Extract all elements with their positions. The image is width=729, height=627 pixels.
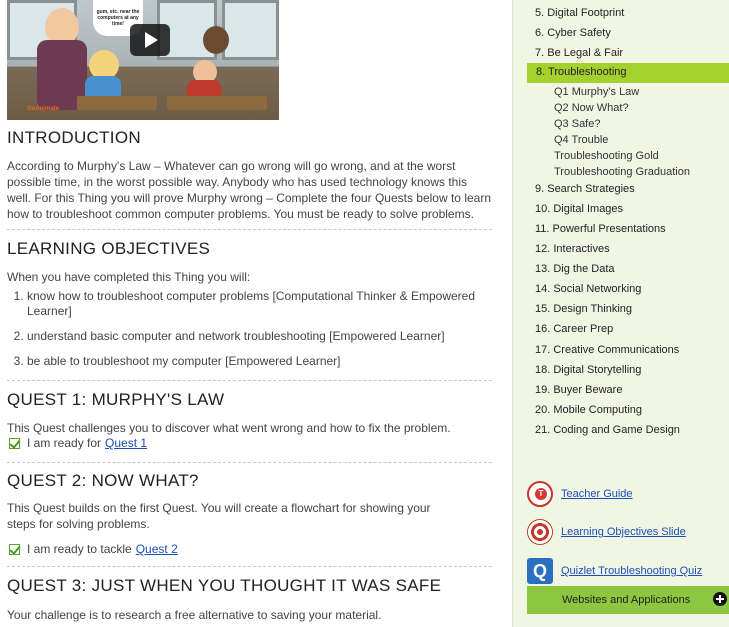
quest2-heading: QUEST 2: NOW WHAT? — [7, 471, 199, 490]
learning-objectives-link[interactable]: Learning Objectives Slide — [561, 526, 686, 538]
nav-item[interactable]: 9. Search Strategies — [535, 183, 635, 195]
nav-subitem[interactable]: Q2 Now What? — [554, 102, 629, 114]
nav-subitem[interactable]: Troubleshooting Gold — [554, 150, 659, 162]
video-player[interactable]: gum, etc. near the computers at any time… — [7, 0, 279, 120]
quest3-heading: QUEST 3: JUST WHEN YOU THOUGHT IT WAS SA… — [7, 576, 442, 595]
nav-item[interactable]: 15. Design Thinking — [535, 303, 632, 315]
objective-item: understand basic computer and network tr… — [27, 329, 497, 344]
quizlet-link[interactable]: Quizlet Troubleshooting Quiz — [561, 565, 702, 577]
quest1-text: This Quest challenges you to discover wh… — [7, 421, 451, 435]
intro-heading: INTRODUCTION — [7, 128, 141, 147]
nav-item[interactable]: 12. Interactives — [535, 243, 610, 255]
desk — [77, 96, 157, 110]
checkbox-icon — [9, 543, 20, 555]
quest2-ready-label: I am ready to tackle — [27, 542, 132, 556]
divider — [7, 566, 492, 567]
nav-item[interactable]: 19. Buyer Beware — [535, 384, 622, 396]
quest1-ready: I am ready for Quest 1 — [9, 436, 147, 450]
nav-item[interactable]: 14. Social Networking — [535, 283, 641, 295]
nav-item[interactable]: 16. Career Prep — [535, 323, 613, 335]
nav-item[interactable]: 13. Dig the Data — [535, 263, 615, 275]
nav-item[interactable]: 7. Be Legal & Fair — [535, 47, 623, 59]
nav-item[interactable]: 11. Powerful Presentations — [535, 223, 666, 235]
classroom-window — [222, 0, 279, 60]
nav-subitem[interactable]: Q1 Murphy's Law — [554, 86, 639, 98]
apple-teacher-icon: T — [527, 481, 553, 507]
sidebar: 5. Digital Footprint 6. Cyber Safety 7. … — [512, 0, 729, 627]
quest2-link[interactable]: Quest 2 — [136, 542, 178, 556]
divider — [7, 462, 492, 463]
plus-circle-icon — [713, 592, 727, 606]
desk — [167, 96, 267, 110]
nav-subitem[interactable]: Q3 Safe? — [554, 118, 600, 130]
websites-button[interactable]: Websites and Applications — [527, 586, 729, 614]
quest2-ready: I am ready to tackle Quest 2 — [9, 542, 178, 556]
nav-subitem[interactable]: Q4 Trouble — [554, 134, 608, 146]
video-logo: GoAnimate — [27, 106, 60, 112]
play-icon[interactable] — [130, 24, 170, 56]
resource-quizlet[interactable]: Q Quizlet Troubleshooting Quiz — [527, 558, 702, 584]
websites-label: Websites and Applications — [562, 594, 691, 606]
nav-item[interactable]: 5. Digital Footprint — [535, 7, 624, 19]
nav-item-active[interactable]: 8. Troubleshooting — [527, 63, 729, 83]
main-content: gum, etc. near the computers at any time… — [0, 0, 500, 627]
nav-subitem[interactable]: Troubleshooting Graduation — [554, 166, 690, 178]
quest3-text: Your challenge is to research a free alt… — [7, 608, 382, 622]
nav-item-active-label: 8. Troubleshooting — [536, 66, 627, 78]
quest2-text: This Quest builds on the first Quest. Yo… — [7, 501, 431, 531]
nav-item[interactable]: 17. Creative Communications — [535, 344, 679, 356]
intro-text: According to Murphy's Law – Whatever can… — [7, 159, 492, 221]
objectives-lead: When you have completed this Thing you w… — [7, 270, 251, 284]
objective-item: know how to troubleshoot computer proble… — [27, 289, 497, 319]
checkbox-icon — [9, 437, 20, 449]
teacher-guide-link[interactable]: Teacher Guide — [561, 488, 633, 500]
resource-learning-objectives[interactable]: Learning Objectives Slide — [527, 519, 686, 545]
target-icon — [527, 519, 553, 545]
nav-item[interactable]: 21. Coding and Game Design — [535, 424, 680, 436]
objectives-heading: LEARNING OBJECTIVES — [7, 239, 211, 258]
nav-item[interactable]: 20. Mobile Computing — [535, 404, 642, 416]
divider — [7, 380, 492, 381]
divider — [7, 229, 492, 230]
quest1-link[interactable]: Quest 1 — [105, 436, 147, 450]
nav-item[interactable]: 6. Cyber Safety — [535, 27, 611, 39]
quizlet-icon: Q — [527, 558, 553, 584]
nav-item[interactable]: 10. Digital Images — [535, 203, 623, 215]
objectives-list: know how to troubleshoot computer proble… — [7, 289, 497, 379]
nav-item[interactable]: 18. Digital Storytelling — [535, 364, 641, 376]
quest1-ready-label: I am ready for — [27, 436, 102, 450]
objective-item: be able to troubleshoot my computer [Emp… — [27, 354, 497, 369]
quest1-heading: QUEST 1: MURPHY'S LAW — [7, 390, 225, 409]
resource-teacher-guide[interactable]: T Teacher Guide — [527, 481, 633, 507]
character-head — [203, 26, 229, 54]
